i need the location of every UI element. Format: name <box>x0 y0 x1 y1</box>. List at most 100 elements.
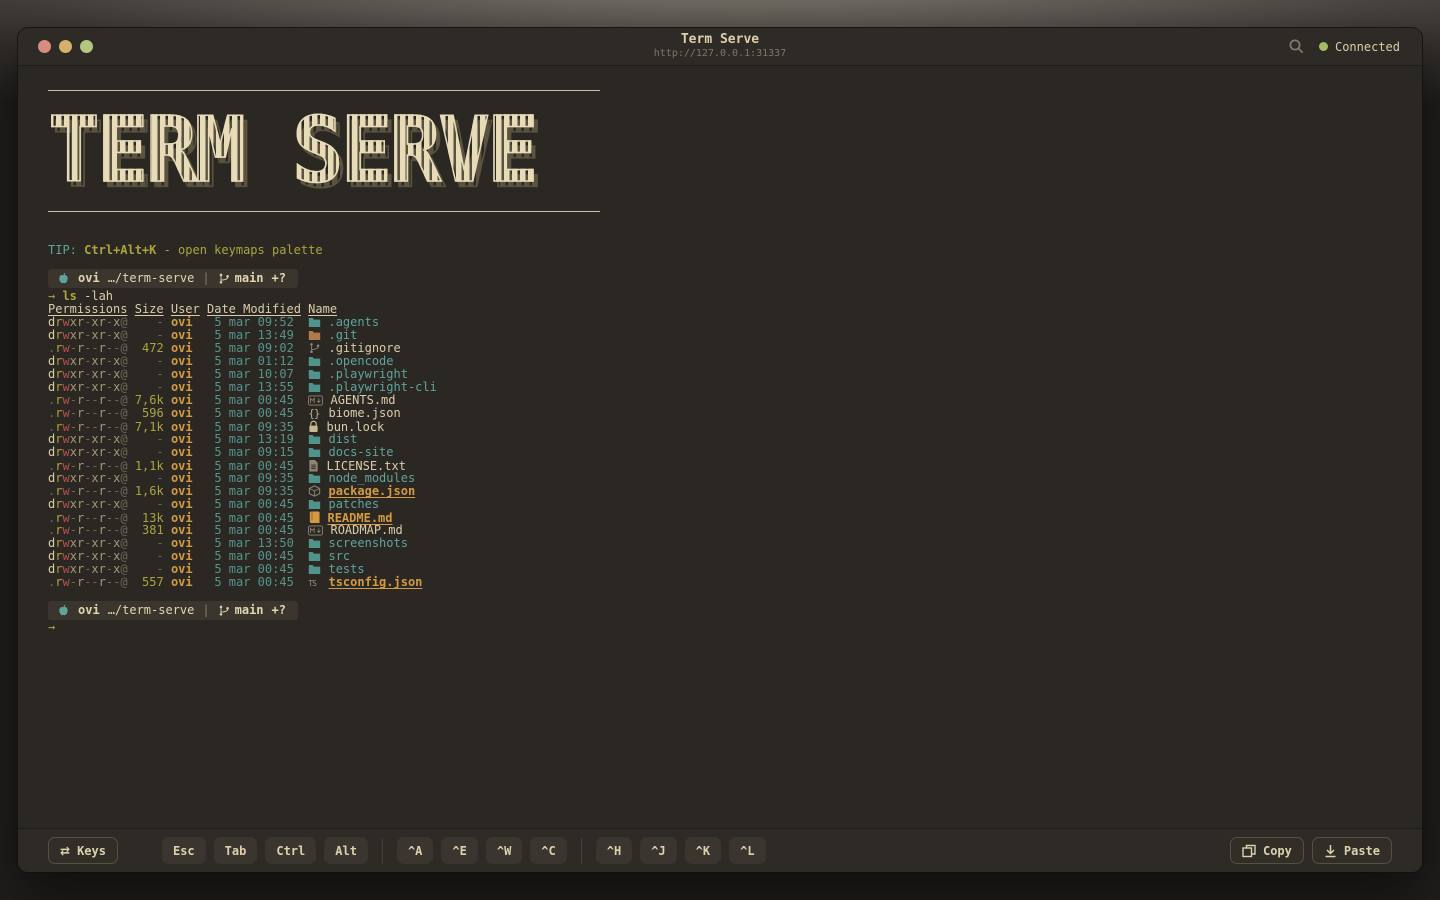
file-user: ovi <box>171 393 200 407</box>
file-name: .playwright <box>328 367 407 381</box>
file-user: ovi <box>171 497 200 511</box>
folder-icon <box>308 315 321 329</box>
file-permissions: drwxr-xr-x@ <box>48 380 128 394</box>
key-button-ctrl-k[interactable]: ^K <box>685 837 721 864</box>
file-date: 5 mar 09:35 <box>207 484 301 498</box>
file-permissions: drwxr-xr-x@ <box>48 562 128 576</box>
paste-label: Paste <box>1344 844 1380 858</box>
file-name: tests <box>328 562 364 576</box>
banner-rule-bottom <box>48 211 600 212</box>
package-icon <box>308 484 321 498</box>
input-line[interactable]: → <box>48 621 1392 634</box>
file-name[interactable]: tsconfig.json <box>328 575 422 589</box>
keys-button[interactable]: ⇄Keys <box>48 837 118 864</box>
file-name: .git <box>328 328 357 342</box>
file-name: patches <box>328 497 379 511</box>
file-name: biome.json <box>328 406 400 420</box>
file-user: ovi <box>171 380 200 394</box>
folder-icon <box>308 380 321 394</box>
prompt-separator: | <box>202 604 209 617</box>
file-date: 5 mar 09:02 <box>207 341 301 355</box>
key-button-alt[interactable]: Alt <box>324 837 368 864</box>
col-name: Name <box>308 302 337 316</box>
key-button-ctrl-a[interactable]: ^A <box>397 837 433 864</box>
file-user: ovi <box>171 484 200 498</box>
window-title-group: Term Serve http://127.0.0.1:31337 <box>654 32 786 61</box>
banner-text: TERM SERVE <box>48 100 608 205</box>
file-permissions: drwxr-xr-x@ <box>48 471 128 485</box>
zoom-button[interactable] <box>80 40 93 53</box>
col-permissions: Permissions <box>48 302 127 316</box>
toolbar-divider <box>581 838 582 864</box>
key-button-ctrl-w[interactable]: ^W <box>486 837 522 864</box>
terminal-window: Term Serve http://127.0.0.1:31337 Connec… <box>18 28 1422 872</box>
file-permissions: .rw-r--r--@ <box>48 406 128 420</box>
titlebar: Term Serve http://127.0.0.1:31337 Connec… <box>18 28 1422 66</box>
key-button-esc[interactable]: Esc <box>162 837 206 864</box>
key-button-ctrl[interactable]: Ctrl <box>265 837 316 864</box>
file-user: ovi <box>171 406 200 420</box>
file-user: ovi <box>171 367 200 381</box>
key-button-ctrl-e[interactable]: ^E <box>441 837 477 864</box>
prompt-bar: ovi …/term-serve | main +? <box>48 269 298 288</box>
file-date: 5 mar 00:45 <box>207 497 301 511</box>
command-text: ls <box>62 289 76 303</box>
folder-icon <box>308 549 321 563</box>
copy-button[interactable]: Copy <box>1230 837 1304 864</box>
prompt-path: …/term-serve <box>108 272 195 285</box>
col-size: Size <box>135 302 164 316</box>
minimize-button[interactable] <box>59 40 72 53</box>
file-user: ovi <box>171 562 200 576</box>
key-button-ctrl-c[interactable]: ^C <box>530 837 566 864</box>
key-button-ctrl-h[interactable]: ^H <box>596 837 632 864</box>
file-name: .agents <box>328 315 379 329</box>
listing-row: drwxr-xr-x@ - ovi 5 mar 00:45 patches <box>48 498 1392 511</box>
file-permissions: drwxr-xr-x@ <box>48 549 128 563</box>
terminal-output: TERM SERVE TIP: Ctrl+Alt+K - open keymap… <box>18 66 1422 828</box>
apple-icon <box>57 272 70 285</box>
prompt-branch: main <box>235 272 264 285</box>
file-user: ovi <box>171 328 200 342</box>
file-size: - <box>135 549 164 563</box>
tip-line: TIP: Ctrl+Alt+K - open keymaps palette <box>48 244 1392 257</box>
apple-icon <box>57 604 70 617</box>
file-date: 5 mar 00:45 <box>207 406 301 420</box>
connected-label: Connected <box>1335 40 1400 54</box>
file-permissions: drwxr-xr-x@ <box>48 445 128 459</box>
traffic-lights <box>38 40 654 53</box>
command-args: -lah <box>77 289 113 303</box>
file-name[interactable]: package.json <box>328 484 415 498</box>
file-user: ovi <box>171 549 200 563</box>
connected-dot-icon <box>1319 42 1328 51</box>
prompt-user: ovi <box>78 604 100 617</box>
file-permissions: drwxr-xr-x@ <box>48 432 128 446</box>
close-button[interactable] <box>38 40 51 53</box>
file-user: ovi <box>171 536 200 550</box>
file-size: 381 <box>135 523 164 537</box>
folder-icon <box>308 536 321 550</box>
key-button-ctrl-l[interactable]: ^L <box>729 837 765 864</box>
swap-arrows-icon: ⇄ <box>60 844 70 858</box>
listing-row: .rw-r--r--@ 596 ovi 5 mar 00:45 {} biome… <box>48 407 1392 420</box>
file-date: 5 mar 13:49 <box>207 328 301 342</box>
file-user: ovi <box>171 575 200 589</box>
folder-icon <box>308 432 321 446</box>
search-icon[interactable] <box>1288 38 1305 55</box>
braces-icon: {} <box>308 406 321 420</box>
file-date: 5 mar 00:45 <box>207 575 301 589</box>
prompt-arrow: → <box>48 620 55 634</box>
folder-icon <box>308 562 321 576</box>
git-branch-icon <box>218 272 230 285</box>
file-user: ovi <box>171 341 200 355</box>
file-size: 1,6k <box>135 484 164 498</box>
prompt-git-status: +? <box>272 604 286 617</box>
key-button-ctrl-j[interactable]: ^J <box>640 837 676 864</box>
file-permissions: drwxr-xr-x@ <box>48 328 128 342</box>
key-button-tab[interactable]: Tab <box>214 837 258 864</box>
file-size: - <box>135 328 164 342</box>
git-branch-icon <box>218 604 230 617</box>
paste-button[interactable]: Paste <box>1312 837 1392 864</box>
tip-description: - open keymaps palette <box>156 243 322 257</box>
file-permissions: .rw-r--r--@ <box>48 484 128 498</box>
prompt-git-status: +? <box>272 272 286 285</box>
